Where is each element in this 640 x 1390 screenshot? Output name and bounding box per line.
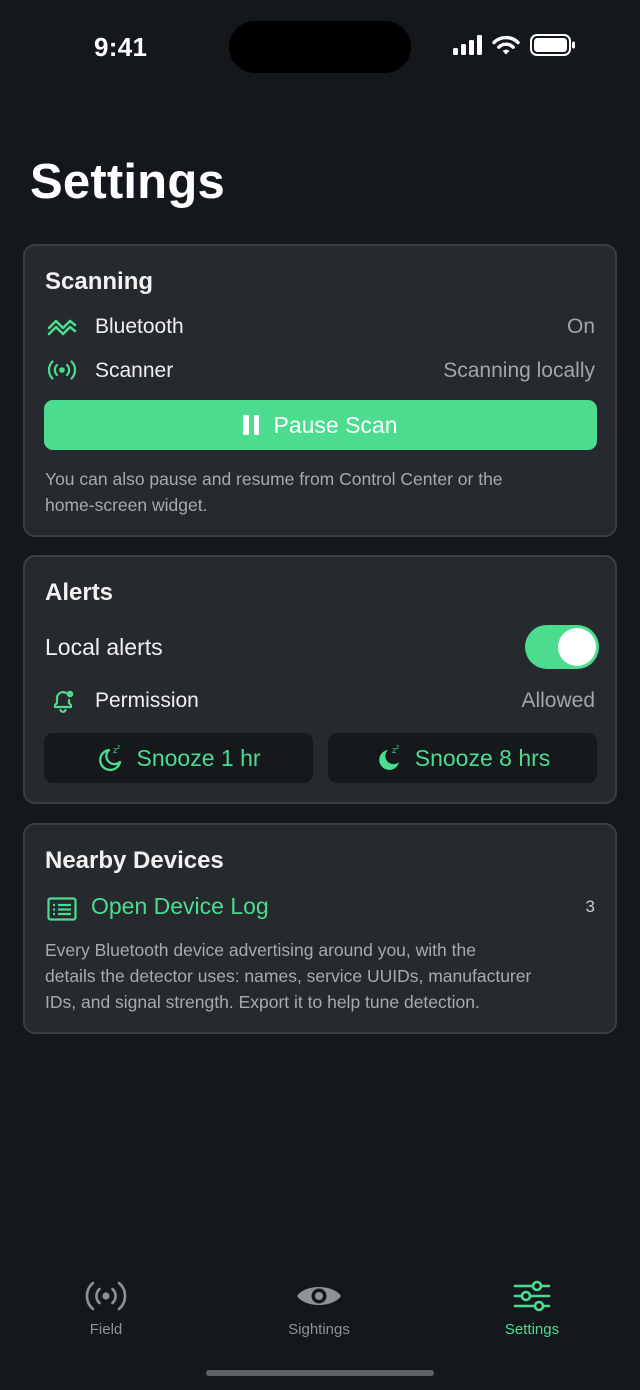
- pause-scan-button[interactable]: Pause Scan: [44, 400, 597, 450]
- snooze-1hr-button[interactable]: z z Snooze 1 hr: [44, 733, 313, 783]
- scanner-label: Scanner: [95, 359, 174, 382]
- moon-zzz-filled-icon: z z: [378, 744, 399, 770]
- bluetooth-wave-icon: [47, 319, 77, 336]
- open-device-log-link[interactable]: Open Device Log: [91, 893, 269, 920]
- sliders-icon: [513, 1280, 551, 1312]
- svg-text:z: z: [117, 744, 120, 751]
- tab-settings-label: Settings: [504, 1321, 560, 1338]
- local-alerts-label: Local alerts: [45, 634, 163, 660]
- antenna-icon: [47, 360, 77, 380]
- tab-settings[interactable]: Settings: [462, 1278, 602, 1338]
- cellular-signal-icon: [453, 35, 482, 55]
- device-count-badge: 3: [585, 897, 595, 916]
- alerts-section-title: Alerts: [45, 579, 114, 606]
- dynamic-island: [229, 21, 411, 73]
- tab-sightings-label: Sightings: [288, 1321, 350, 1338]
- home-indicator[interactable]: [206, 1370, 434, 1376]
- page-title: Settings: [30, 155, 225, 209]
- scanning-help-text: You can also pause and resume from Contr…: [45, 466, 503, 518]
- scanning-card: Scanning Bluetooth On Scanner Scanning l…: [23, 244, 617, 537]
- tab-field[interactable]: Field: [36, 1278, 176, 1338]
- bell-badge-icon: [53, 690, 74, 713]
- scanning-help-line: You can also pause and resume from Contr…: [45, 469, 503, 489]
- broadcast-icon: [85, 1281, 127, 1311]
- nearby-description-line: IDs, and signal strength. Export it to h…: [45, 992, 480, 1012]
- nearby-devices-card: Nearby Devices Open Device Log 3 Every B…: [23, 823, 617, 1034]
- eye-icon: [297, 1287, 341, 1305]
- svg-text:z: z: [396, 744, 399, 751]
- permission-value: Allowed: [521, 689, 595, 712]
- scanner-value: Scanning locally: [443, 359, 595, 382]
- pause-scan-label: Pause Scan: [273, 411, 398, 438]
- list-document-icon: [47, 897, 77, 921]
- nearby-section-title: Nearby Devices: [45, 847, 224, 874]
- status-time: 9:41: [94, 32, 148, 62]
- bluetooth-value: On: [566, 315, 595, 338]
- snooze-8hrs-button[interactable]: z z Snooze 8 hrs: [328, 733, 597, 783]
- moon-zzz-icon: z z: [99, 744, 122, 772]
- scanning-section-title: Scanning: [45, 268, 154, 295]
- bluetooth-label: Bluetooth: [95, 315, 184, 338]
- toggle-knob: [558, 628, 596, 666]
- status-icons: [453, 34, 576, 56]
- snooze-1hr-label: Snooze 1 hr: [136, 744, 261, 771]
- permission-label: Permission: [95, 689, 199, 712]
- tab-field-label: Field: [89, 1321, 123, 1338]
- nearby-description-line: details the detector uses: names, servic…: [45, 966, 532, 986]
- alerts-card: Alerts Local alerts Permission Allowed z…: [23, 555, 617, 804]
- wifi-icon: [492, 35, 520, 54]
- battery-icon: [530, 34, 575, 56]
- snooze-8hrs-label: Snooze 8 hrs: [414, 744, 551, 771]
- nearby-description-line: Every Bluetooth device advertising aroun…: [45, 940, 476, 960]
- tab-sightings[interactable]: Sightings: [249, 1278, 389, 1338]
- local-alerts-toggle[interactable]: [525, 625, 599, 669]
- scanning-help-line: home-screen widget.: [45, 495, 208, 515]
- pause-icon: [243, 415, 260, 435]
- nearby-description: Every Bluetooth device advertising aroun…: [45, 937, 531, 1015]
